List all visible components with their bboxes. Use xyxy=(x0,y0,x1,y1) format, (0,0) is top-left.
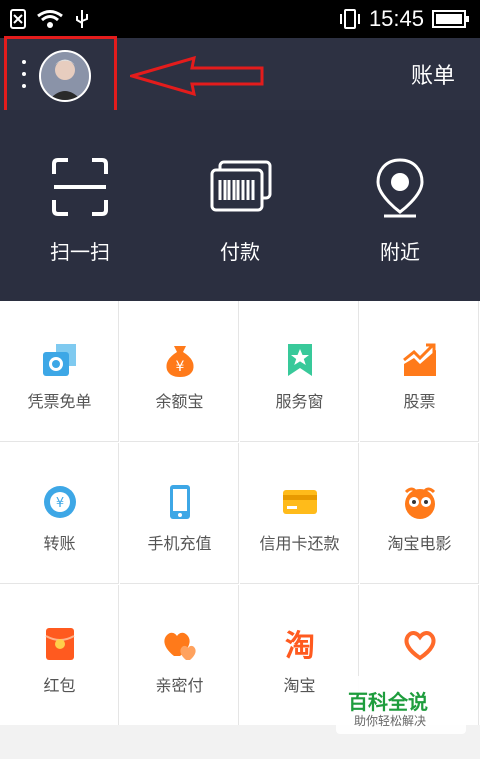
battery-icon xyxy=(432,10,469,28)
pay-button[interactable]: 付款 xyxy=(160,110,320,301)
grid-item-yuebao[interactable]: ¥ 余额宝 xyxy=(120,301,239,442)
grid-label: 亲密付 xyxy=(155,676,204,695)
transfer-icon: ¥ xyxy=(44,486,76,518)
taobao-icon: 淘 xyxy=(285,629,315,662)
grid-label: 余额宝 xyxy=(155,392,204,411)
pay-label: 付款 xyxy=(220,240,260,264)
grid-item-stocks[interactable]: 股票 xyxy=(360,301,479,442)
grid-item-service-window[interactable]: 服务窗 xyxy=(240,301,359,442)
grid-item-red-packet[interactable]: 红包 xyxy=(0,585,119,726)
scan-button[interactable]: 扫一扫 xyxy=(0,110,160,301)
location-icon xyxy=(376,158,424,218)
heart-outline-icon xyxy=(404,631,436,661)
star-bookmark-icon xyxy=(288,344,312,376)
watermark-title: 百科全说 xyxy=(348,690,428,714)
bill-link[interactable]: 账单 xyxy=(411,58,455,90)
sim-icon xyxy=(10,9,26,29)
header-bar: 账单 xyxy=(0,36,480,118)
grid-item-intimate-pay[interactable]: 亲密付 xyxy=(120,585,239,726)
watermark-subtitle: 助你轻松解决 xyxy=(354,714,427,728)
svg-text:¥: ¥ xyxy=(176,359,185,375)
grid-item-credit-card[interactable]: 信用卡还款 xyxy=(240,443,359,584)
red-packet-icon xyxy=(45,628,75,660)
hearts-icon xyxy=(164,632,196,660)
clock: 15:45 xyxy=(368,6,424,31)
svg-text:淘: 淘 xyxy=(285,629,315,662)
scan-label: 扫一扫 xyxy=(50,240,110,264)
status-bar: 15:45 xyxy=(0,0,480,38)
grid-item-transfer[interactable]: ¥ 转账 xyxy=(0,443,119,584)
grid-label: 淘宝电影 xyxy=(387,534,452,553)
quick-actions-panel: 扫一扫 付款 附近 xyxy=(0,110,480,301)
grid-label: 股票 xyxy=(403,392,436,411)
service-grid: 凭票免单 ¥ 余额宝 服务窗 股票 ¥ 转账 手机充值 信用卡还款 淘宝电影 红… xyxy=(0,301,480,726)
movie-glasses-icon xyxy=(404,487,436,519)
grid-item-ticket[interactable]: 凭票免单 xyxy=(0,301,119,442)
vibrate-icon xyxy=(339,9,360,29)
grid-label: 信用卡还款 xyxy=(259,534,340,553)
usb-icon xyxy=(76,10,88,28)
stock-chart-icon xyxy=(403,343,436,376)
svg-text:¥: ¥ xyxy=(56,496,64,511)
money-bag-icon: ¥ xyxy=(166,346,194,377)
grid-label: 服务窗 xyxy=(275,392,324,411)
credit-card-icon xyxy=(283,490,317,514)
ticket-camera-icon xyxy=(43,344,76,376)
barcode-icon xyxy=(210,160,272,212)
phone-icon xyxy=(170,485,190,519)
nearby-button[interactable]: 附近 xyxy=(320,110,480,301)
grid-label: 转账 xyxy=(43,534,76,553)
wifi-icon xyxy=(37,10,63,28)
grid-label: 红包 xyxy=(43,676,76,695)
watermark-logo: 百科全说 助你轻松解决 xyxy=(336,676,466,734)
annotation-highlight-box xyxy=(4,36,117,118)
annotation-arrow xyxy=(130,55,264,97)
scan-icon xyxy=(52,158,108,216)
grid-item-phone-recharge[interactable]: 手机充值 xyxy=(120,443,239,584)
grid-item-taobao-movie[interactable]: 淘宝电影 xyxy=(360,443,479,584)
grid-label: 凭票免单 xyxy=(27,392,92,411)
nearby-label: 附近 xyxy=(380,240,420,264)
grid-label: 手机充值 xyxy=(147,534,212,553)
